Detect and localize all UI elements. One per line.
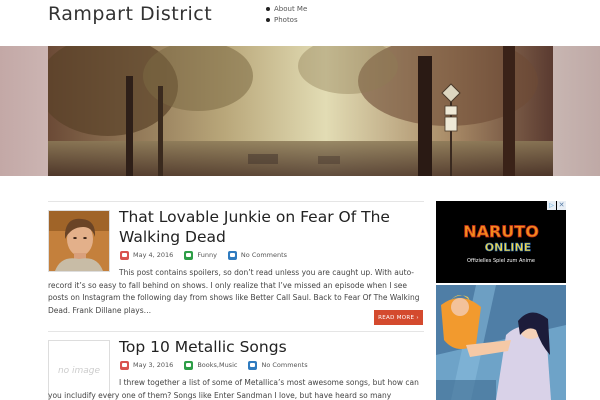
close-icon[interactable]: ✕ — [557, 201, 566, 210]
post-thumbnail[interactable] — [48, 210, 110, 272]
post-category[interactable]: Funny — [197, 251, 217, 259]
ad-choices-icon[interactable]: ▷ — [547, 201, 556, 210]
post-title[interactable]: That Lovable Junkie on Fear Of The Walki… — [119, 207, 424, 247]
ad-tagline: Offizielles Spiel zum Anime — [467, 258, 535, 264]
comment-icon — [248, 360, 258, 370]
post-excerpt: I threw together a list of some of Metal… — [48, 378, 419, 400]
header-image — [48, 46, 553, 176]
post-category[interactable]: Books,Music — [197, 361, 237, 369]
folder-icon — [184, 360, 194, 370]
sidebar-ad-banner[interactable]: NARUTO ONLINE Offizielles Spiel zum Anim… — [436, 201, 566, 283]
post-date[interactable]: May 3, 2016 — [133, 361, 173, 369]
calendar-icon — [120, 360, 129, 370]
post-comments[interactable]: No Comments — [261, 361, 307, 369]
post-meta: May 4, 2016 Funny No Comments — [120, 249, 287, 261]
article-divider — [48, 331, 424, 332]
post-excerpt: This post contains spoilers, so don’t re… — [48, 268, 420, 315]
nav-item-about-me[interactable]: About Me — [265, 4, 307, 15]
post-comments[interactable]: No Comments — [241, 251, 287, 259]
post-date[interactable]: May 4, 2016 — [133, 251, 173, 259]
site-title[interactable]: Rampart District — [48, 3, 212, 25]
comment-icon — [227, 250, 237, 260]
ad-logo-subtitle: ONLINE — [485, 241, 531, 254]
folder-icon — [184, 250, 194, 260]
ad-logo-title: NARUTO — [463, 222, 539, 241]
post-meta: May 3, 2016 Books,Music No Comments — [120, 359, 308, 371]
article-divider — [48, 201, 424, 202]
nav-item-photos[interactable]: Photos — [265, 15, 307, 26]
post-title[interactable]: Top 10 Metallic Songs — [119, 337, 424, 357]
read-more-button[interactable]: READ MORE › — [374, 310, 423, 325]
sidebar-ad-image[interactable] — [436, 285, 566, 400]
top-navigation: About Me Photos — [265, 4, 307, 26]
calendar-icon — [120, 250, 129, 260]
